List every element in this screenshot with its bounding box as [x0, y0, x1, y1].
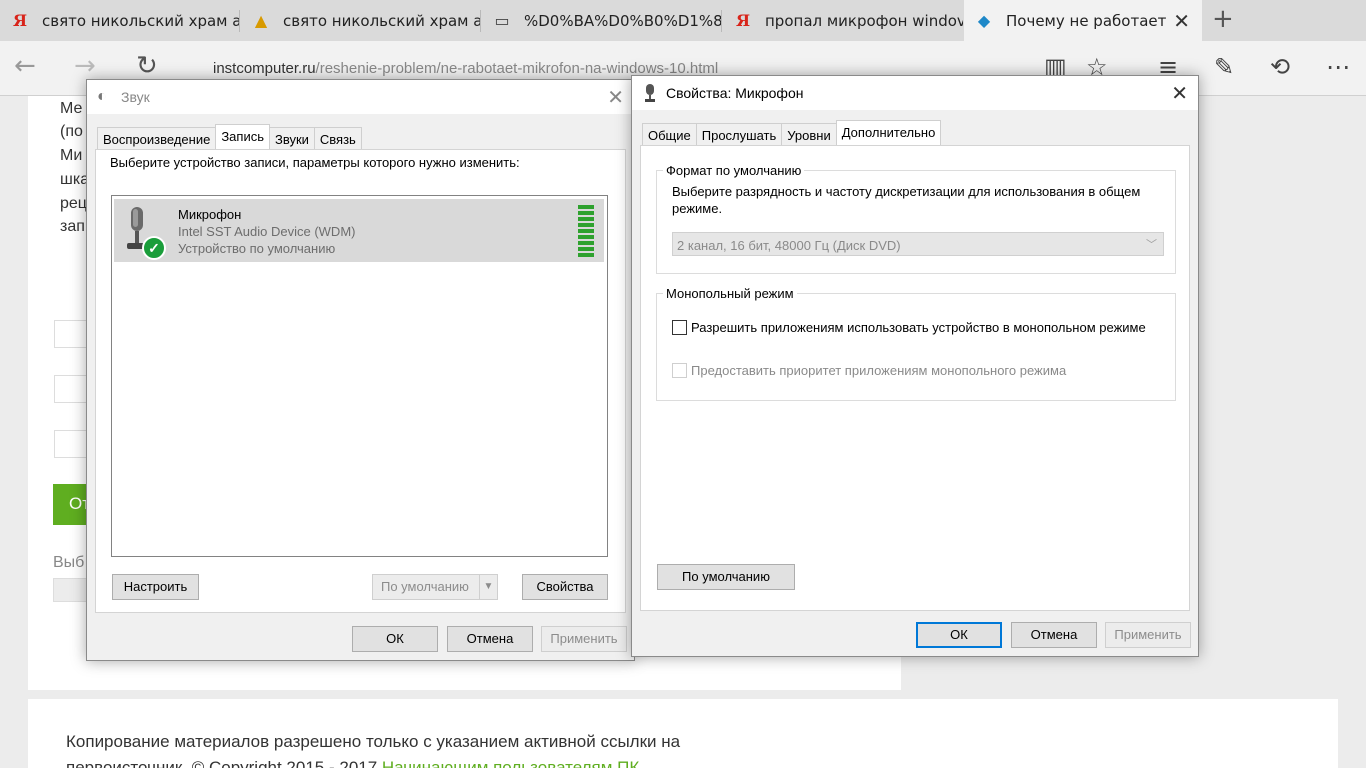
tab-title: Почему не работает м: [1006, 11, 1166, 30]
ok-button[interactable]: ОК: [352, 626, 438, 652]
url-domain: instcomputer.ru: [213, 60, 316, 77]
priority-exclusive-label: Предоставить приоритет приложениям моноп…: [691, 363, 1067, 378]
yandex-icon: Я: [735, 11, 751, 30]
sound-dialog: ◐ Звук ✕ Воспроизведение Запись Звуки Св…: [86, 79, 635, 661]
tab-advanced[interactable]: Дополнительно: [835, 120, 942, 145]
browser-tab-3[interactable]: ▭ %D0%BA%D0%B0%D1%8: [482, 0, 722, 41]
tab-general[interactable]: Общие: [642, 123, 697, 145]
level-bar: [578, 211, 594, 215]
tab-communications[interactable]: Связь: [313, 127, 362, 149]
allow-exclusive-checkbox[interactable]: [672, 320, 687, 335]
text-fragment: Ми: [60, 147, 83, 164]
format-select[interactable]: 2 канал, 16 бит, 48000 Гц (Диск DVD) ﹀: [672, 232, 1164, 256]
properties-dialog-titlebar: Свойства: Микрофон ✕: [632, 76, 1198, 110]
exclusive-mode-label: Монопольный режим: [663, 286, 797, 301]
tab-recording[interactable]: Запись: [215, 124, 270, 149]
tab-playback[interactable]: Воспроизведение: [97, 127, 217, 149]
instruction-text: Выберите устройство записи, параметры ко…: [110, 155, 520, 170]
level-bar: [578, 247, 594, 251]
select-label: Выб: [53, 554, 85, 571]
text-fragment: рец: [60, 195, 87, 212]
allow-exclusive-label: Разрешить приложениям использовать устро…: [691, 320, 1146, 335]
default-format-label: Формат по умолчанию: [663, 163, 805, 178]
advanced-panel: Формат по умолчанию Выберите разрядность…: [640, 145, 1190, 611]
device-item-microphone[interactable]: ✓ Микрофон Intel SST Audio Device (WDM) …: [114, 199, 604, 262]
properties-dialog: Свойства: Микрофон ✕ Общие Прослушать Ур…: [631, 75, 1199, 657]
tab-title: %D0%BA%D0%B0%D1%8: [524, 11, 722, 30]
footer-link[interactable]: Начинающим пользователям ПК: [382, 758, 639, 768]
browser-tab-active[interactable]: ◆ Почему не работает м ✕: [964, 0, 1202, 41]
footer: Копирование материалов разрешено только …: [28, 699, 1338, 768]
chevron-down-icon: ﹀: [1146, 239, 1157, 251]
configure-button[interactable]: Настроить: [112, 574, 199, 600]
browser-tab-4[interactable]: Я пропал микрофон windov: [723, 0, 963, 41]
properties-button[interactable]: Свойства: [522, 574, 608, 600]
tab-title: свято никольский храм ар: [42, 11, 240, 30]
refresh-icon[interactable]: ↻: [136, 51, 158, 81]
text-fragment: зап: [60, 218, 85, 235]
close-tab-icon[interactable]: ✕: [1173, 9, 1190, 33]
cancel-button[interactable]: Отмена: [447, 626, 533, 652]
apply-button[interactable]: Применить: [541, 626, 627, 652]
tab-listen[interactable]: Прослушать: [695, 123, 783, 145]
priority-exclusive-checkbox[interactable]: [672, 363, 687, 378]
level-bar: [578, 217, 594, 221]
level-bar: [578, 229, 594, 233]
set-default-label: По умолчанию: [381, 579, 469, 594]
browser-tab-2[interactable]: ▲ свято никольский храм ар: [241, 0, 481, 41]
speaker-icon: ◐: [97, 88, 107, 105]
format-value: 2 канал, 16 бит, 48000 Гц (Диск DVD): [677, 238, 901, 253]
device-status: Устройство по умолчанию: [178, 241, 336, 256]
forward-icon[interactable]: →: [74, 51, 96, 81]
share-icon[interactable]: ⟲: [1270, 53, 1290, 81]
apply-button[interactable]: Применить: [1105, 622, 1191, 648]
close-icon[interactable]: ✕: [607, 85, 624, 110]
web-note-icon[interactable]: ✎: [1214, 53, 1234, 81]
chevron-down-icon[interactable]: ▼: [479, 575, 497, 599]
recording-panel: Выберите устройство записи, параметры ко…: [95, 149, 626, 613]
microphone-icon: [645, 84, 655, 102]
yandex-icon: Я: [12, 11, 28, 30]
default-device-check-icon: ✓: [142, 236, 166, 260]
new-tab-icon[interactable]: +: [1212, 4, 1234, 34]
level-bar: [578, 253, 594, 257]
properties-dialog-title: Свойства: Микрофон: [666, 85, 804, 101]
device-list[interactable]: ✓ Микрофон Intel SST Audio Device (WDM) …: [111, 195, 608, 557]
tab-bar: Я свято никольский храм ар ▲ свято никол…: [0, 0, 1366, 41]
tab-levels[interactable]: Уровни: [781, 123, 837, 145]
level-bar: [578, 235, 594, 239]
properties-tabs: Общие Прослушать Уровни Дополнительно: [642, 120, 942, 145]
level-bar: [578, 241, 594, 245]
tab-title: пропал микрофон windov: [765, 11, 963, 30]
site-icon: ◆: [977, 11, 991, 30]
tab-title: свято никольский храм ар: [283, 11, 481, 30]
sound-dialog-title: Звук: [121, 89, 150, 105]
sound-dialog-titlebar: ◐ Звук ✕: [87, 80, 634, 114]
text-fragment: Ме: [60, 100, 83, 117]
back-icon[interactable]: ←: [14, 51, 36, 81]
default-format-description: Выберите разрядность и частоту дискретиз…: [672, 184, 1141, 216]
device-name: Микрофон: [178, 207, 242, 222]
level-meter: [578, 205, 594, 259]
ok-button[interactable]: ОК: [916, 622, 1002, 648]
browser-tab-1[interactable]: Я свято никольский храм ар: [0, 0, 240, 41]
level-bar: [578, 205, 594, 209]
close-icon[interactable]: ✕: [1171, 81, 1188, 106]
set-default-button[interactable]: По умолчанию ▼: [372, 574, 498, 600]
text-fragment: (по: [60, 123, 83, 140]
image-icon: ▲: [254, 11, 268, 30]
sound-tabs: Воспроизведение Запись Звуки Связь: [97, 124, 362, 149]
device-driver: Intel SST Audio Device (WDM): [178, 224, 356, 239]
cancel-button[interactable]: Отмена: [1011, 622, 1097, 648]
default-format-group: Формат по умолчанию Выберите разрядность…: [656, 163, 1176, 274]
text-fragment: шка: [60, 171, 90, 188]
page-icon: ▭: [494, 11, 510, 30]
more-icon[interactable]: ⋯: [1326, 53, 1350, 81]
level-bar: [578, 223, 594, 227]
footer-text: Копирование материалов разрешено только …: [66, 729, 766, 768]
exclusive-mode-group: Монопольный режим Разрешить приложениям …: [656, 286, 1176, 401]
tab-sounds[interactable]: Звуки: [268, 127, 315, 149]
restore-defaults-button[interactable]: По умолчанию: [657, 564, 795, 590]
